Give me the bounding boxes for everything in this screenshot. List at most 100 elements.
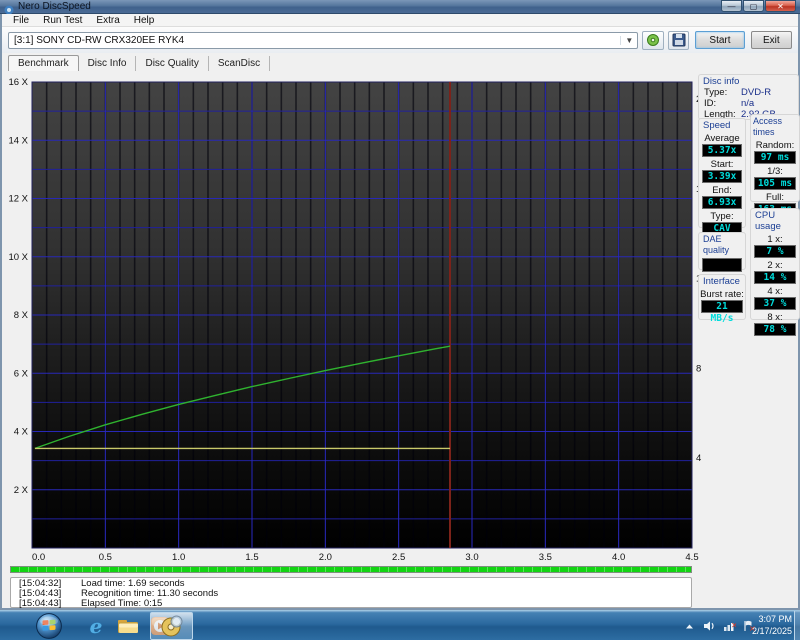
stat-value: 37 % <box>754 297 796 310</box>
show-hidden-icons-button[interactable] <box>683 620 696 633</box>
dae-quality-group: DAE quality <box>698 232 746 270</box>
app-icon <box>4 2 14 12</box>
stat-label: 2 x: <box>751 260 799 271</box>
tab-disc-info[interactable]: Disc Info <box>79 56 137 71</box>
stat-label: Burst rate: <box>699 289 745 300</box>
y-right-tick-label: 4 <box>696 453 701 464</box>
menu-help[interactable]: Help <box>127 15 162 26</box>
x-tick-label: 3.0 <box>465 552 478 563</box>
chevron-down-icon[interactable]: ▼ <box>620 36 637 45</box>
stat-value: 14 % <box>754 271 796 284</box>
save-button[interactable] <box>668 31 690 50</box>
nero-discspeed-icon <box>160 614 184 638</box>
group-title: Disc info <box>703 76 798 87</box>
titlebar: Nero DiscSpeed — ▢ ✕ <box>0 0 800 14</box>
row-value: n/a <box>741 98 754 109</box>
group-title: Interface <box>703 276 745 287</box>
system-tray: ✕ ✕ <box>683 611 756 640</box>
svg-text:✕: ✕ <box>731 621 736 630</box>
menu-extra[interactable]: Extra <box>89 15 126 26</box>
group-title: DAE quality <box>703 234 745 256</box>
row-value: DVD-R <box>741 87 771 98</box>
x-tick-label: 0.5 <box>99 552 112 563</box>
windows-logo-icon <box>36 613 62 639</box>
dae-quality-value <box>699 258 745 272</box>
y-left-tick-label: 2 X <box>14 485 29 496</box>
show-desktop-button[interactable] <box>794 611 800 640</box>
drive-selector[interactable]: [3:1] SONY CD-RW CRX320EE RYK4 ▼ <box>8 32 638 49</box>
stat-label: Average <box>699 133 745 144</box>
stat-value: 21 MB/s <box>701 300 743 313</box>
y-right-tick-label: 8 <box>696 363 701 374</box>
x-tick-label: 4.5 <box>685 552 698 563</box>
y-left-tick-label: 8 X <box>14 310 29 321</box>
taskbar-clock[interactable]: 3:07 PM 2/17/2025 <box>752 613 792 637</box>
cpu-2x: 2 x: 14 % <box>751 260 799 284</box>
taskbar-internet-explorer[interactable]: e <box>82 614 110 638</box>
log-box: [15:04:32] Load time: 1.69 seconds [15:0… <box>10 577 692 608</box>
y-left-tick-label: 12 X <box>8 194 28 205</box>
volume-button[interactable] <box>703 620 716 633</box>
menu-file[interactable]: File <box>6 15 36 26</box>
x-tick-label: 2.5 <box>392 552 405 563</box>
speed-end: End: 6.93x <box>699 185 745 209</box>
disc-info-row: ID: n/a <box>704 98 798 109</box>
stat-value: 97 ms <box>754 151 796 164</box>
cpu-usage-group: CPU usage 1 x: 7 % 2 x: 14 % 4 x: 37 % 8… <box>750 208 800 320</box>
row-label: Type: <box>704 87 741 98</box>
x-tick-label: 0.0 <box>32 552 45 563</box>
stat-value: 7 % <box>754 245 796 258</box>
clock-time: 3:07 PM <box>752 613 792 625</box>
internet-explorer-icon: e <box>90 614 103 638</box>
stat-value <box>702 258 742 272</box>
stat-label: Type: <box>699 211 745 222</box>
disc-info-row: Type: DVD-R <box>704 87 798 98</box>
close-button[interactable]: ✕ <box>765 0 796 12</box>
network-status-button[interactable]: ✕ <box>723 620 736 633</box>
stat-label: End: <box>699 185 745 196</box>
x-tick-label: 1.5 <box>245 552 258 563</box>
chevron-up-icon <box>685 623 694 630</box>
exit-button[interactable]: Exit <box>751 31 792 49</box>
tab-disc-quality[interactable]: Disc Quality <box>136 56 208 71</box>
x-tick-label: 2.0 <box>319 552 332 563</box>
y-left-tick-label: 16 X <box>8 77 28 88</box>
eject-disc-button[interactable] <box>642 31 664 50</box>
stat-label: Random: <box>751 140 799 151</box>
y-left-tick-label: 14 X <box>8 135 28 146</box>
progress-bar <box>10 566 692 573</box>
stat-value: 78 % <box>754 323 796 336</box>
group-title: Speed <box>703 120 745 131</box>
taskbar: e <box>0 610 800 640</box>
stat-label: 1/3: <box>751 166 799 177</box>
stat-value: 105 ms <box>754 177 796 190</box>
log-entry: [15:04:43] Elapsed Time: 0:15 <box>19 599 691 609</box>
speed-start: Start: 3.39x <box>699 159 745 183</box>
window-controls: — ▢ ✕ <box>721 0 796 12</box>
x-tick-label: 3.5 <box>539 552 552 563</box>
stat-value: 5.37x <box>702 144 742 157</box>
cpu-1x: 1 x: 7 % <box>751 234 799 258</box>
maximize-button[interactable]: ▢ <box>743 0 764 12</box>
speaker-icon <box>703 620 716 632</box>
menubar: File Run Test Extra Help <box>2 14 798 27</box>
stat-label: 8 x: <box>751 312 799 323</box>
toolbar: [3:1] SONY CD-RW CRX320EE RYK4 ▼ Start E… <box>2 27 798 53</box>
taskbar-nero-discspeed-active[interactable] <box>150 612 193 640</box>
taskbar-file-explorer[interactable] <box>114 614 142 638</box>
minimize-button[interactable]: — <box>721 0 742 12</box>
burst-rate: Burst rate: 21 MB/s <box>699 289 745 313</box>
tab-scandisc[interactable]: ScanDisc <box>209 56 270 71</box>
access-random: Random: 97 ms <box>751 140 799 164</box>
stat-label: 4 x: <box>751 286 799 297</box>
clock-date: 2/17/2025 <box>752 625 792 637</box>
start-menu-button[interactable] <box>36 613 62 639</box>
tab-benchmark[interactable]: Benchmark <box>8 55 79 71</box>
y-left-tick-label: 10 X <box>8 252 28 263</box>
network-icon: ✕ <box>723 620 736 632</box>
start-button[interactable]: Start <box>695 31 744 49</box>
menu-run-test[interactable]: Run Test <box>36 15 89 26</box>
stat-label: Start: <box>699 159 745 170</box>
y-left-tick-label: 6 X <box>14 368 29 379</box>
stat-value: 6.93x <box>702 196 742 209</box>
